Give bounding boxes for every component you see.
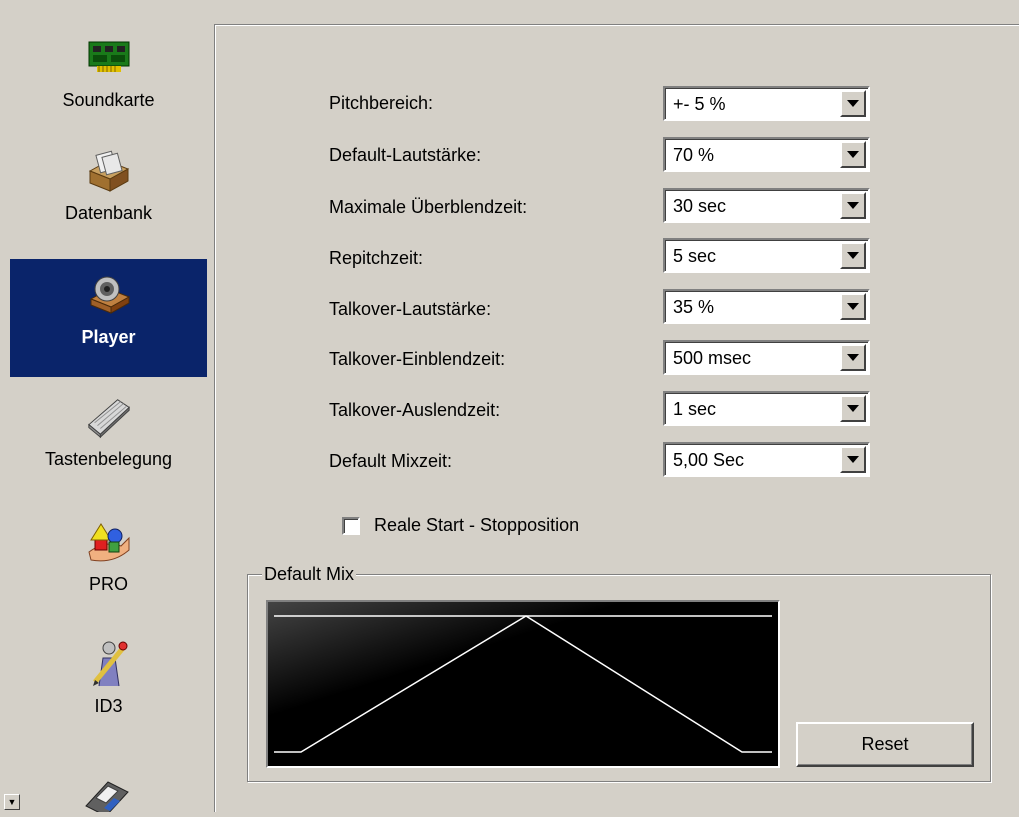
setting-row-repitchzeit: Repitchzeit: <box>329 243 423 273</box>
default-mixzeit-select[interactable]: 5,00 Sec <box>663 442 870 477</box>
select-value: +- 5 % <box>673 94 726 114</box>
chevron-down-icon <box>847 405 859 412</box>
setting-row-default-lautstaerke: Default-Lautstärke: <box>329 140 481 170</box>
checkbox-label: Reale Start - Stopposition <box>374 515 580 535</box>
setting-label: Default-Lautstärke: <box>329 144 482 165</box>
repitchzeit-select[interactable]: 5 sec <box>663 238 870 273</box>
setting-label: Pitchbereich: <box>329 92 434 113</box>
id3-person-pencil-icon <box>85 640 133 688</box>
select-value: 500 msec <box>673 348 752 368</box>
reale-start-stopposition-checkbox[interactable]: Reale Start - Stopposition <box>342 515 579 536</box>
setting-label: Talkover-Lautstärke: <box>329 298 492 319</box>
setting-row-default-mixzeit: Default Mixzeit: <box>329 446 452 476</box>
setting-label: Talkover-Einblendzeit: <box>329 348 506 369</box>
pro-shapes-icon <box>85 518 133 566</box>
chevron-down-icon <box>847 202 859 209</box>
sidebar-item-label: Datenbank <box>64 203 153 223</box>
mix-curve-editor[interactable] <box>266 600 780 768</box>
setting-label: Talkover-Auslendzeit: <box>329 399 501 420</box>
database-box-icon <box>85 147 133 195</box>
category-sidebar: Soundkarte Datenbank Player Tastenbelegu… <box>0 0 208 817</box>
sidebar-item-label: Tastenbelegung <box>44 449 173 469</box>
sidebar-item-tastenbelegung[interactable]: Tastenbelegung <box>10 381 207 499</box>
sidebar-item-id3[interactable]: ID3 <box>10 628 207 746</box>
dropdown-button[interactable] <box>840 446 866 473</box>
checkbox-box[interactable] <box>342 516 360 535</box>
dropdown-button[interactable] <box>840 344 866 371</box>
select-value: 30 sec <box>673 196 727 216</box>
dropdown-button[interactable] <box>840 192 866 219</box>
talkover-einblendzeit-select[interactable]: 500 msec <box>663 340 870 375</box>
select-value: 70 % <box>673 145 715 165</box>
sidebar-item-player[interactable]: Player <box>10 259 207 377</box>
sidebar-item-soundkarte[interactable]: Soundkarte <box>10 22 207 140</box>
select-value: 35 % <box>673 297 715 317</box>
reset-label: Reset <box>861 734 909 754</box>
sidebar-item-label: Soundkarte <box>62 90 155 110</box>
sidebar-item-pro[interactable]: PRO <box>10 506 207 624</box>
chevron-down-icon <box>847 151 859 158</box>
reset-button[interactable]: Reset <box>796 722 974 767</box>
sidebar-scroll-down-button[interactable]: ▼ <box>4 794 20 810</box>
select-value: 5 sec <box>673 246 717 266</box>
chevron-down-icon <box>847 354 859 361</box>
keyboard-icon <box>85 393 133 441</box>
chevron-down-icon <box>847 456 859 463</box>
chevron-down-icon <box>847 303 859 310</box>
select-value: 1 sec <box>673 399 717 419</box>
select-value: 5,00 Sec <box>673 450 745 470</box>
setting-row-talkover-einblendzeit: Talkover-Einblendzeit: <box>329 344 505 374</box>
setting-row-pitchbereich: Pitchbereich: <box>329 88 433 118</box>
dropdown-button[interactable] <box>840 293 866 320</box>
dropdown-button[interactable] <box>840 90 866 117</box>
setting-row-talkover-lautstaerke: Talkover-Lautstärke: <box>329 294 491 324</box>
setting-label: Default Mixzeit: <box>329 450 453 471</box>
chevron-down-icon <box>847 100 859 107</box>
setting-row-talkover-auslendzeit: Talkover-Auslendzeit: <box>329 395 500 425</box>
soundcard-icon <box>85 34 133 82</box>
sidebar-item-datenbank[interactable]: Datenbank <box>10 135 207 253</box>
setting-label: Repitchzeit: <box>329 247 424 268</box>
pitchbereich-select[interactable]: +- 5 % <box>663 86 870 121</box>
player-speaker-icon <box>85 271 133 319</box>
default-lautstaerke-select[interactable]: 70 % <box>663 137 870 172</box>
maximale-ueberblendzeit-select[interactable]: 30 sec <box>663 188 870 223</box>
dropdown-button[interactable] <box>840 141 866 168</box>
setting-row-maximale-ueberblendzeit: Maximale Überblendzeit: <box>329 192 527 222</box>
dropdown-button[interactable] <box>840 395 866 422</box>
sidebar-item-label: Player <box>81 327 136 347</box>
talkover-lautstaerke-select[interactable]: 35 % <box>663 289 870 324</box>
floppy-disk-icon[interactable] <box>82 778 130 817</box>
chevron-down-icon <box>847 252 859 259</box>
setting-label: Maximale Überblendzeit: <box>329 196 528 217</box>
dropdown-button[interactable] <box>840 242 866 269</box>
talkover-auslendzeit-select[interactable]: 1 sec <box>663 391 870 426</box>
scroll-down-arrow-icon: ▼ <box>7 797 17 807</box>
groupbox-title: Default Mix <box>262 564 357 585</box>
sidebar-item-label: ID3 <box>94 696 123 716</box>
sidebar-item-label: PRO <box>88 574 128 594</box>
